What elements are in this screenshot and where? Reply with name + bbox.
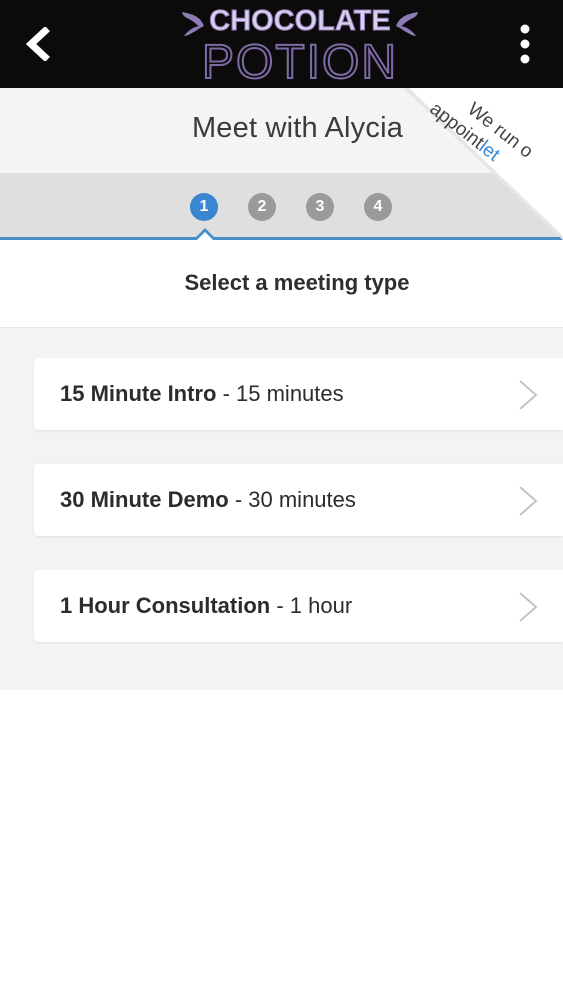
- meeting-type-duration: 1 hour: [289, 593, 353, 618]
- meeting-type-30-minute-demo[interactable]: 30 Minute Demo - 30 minutes: [34, 464, 563, 536]
- chevron-right-icon: [519, 380, 538, 410]
- meeting-type-name: 30 Minute Demo: [60, 487, 229, 512]
- logo-text-bottom: POTION: [202, 36, 398, 86]
- meeting-type-1-hour-consultation[interactable]: 1 Hour Consultation - 1 hour: [34, 570, 563, 642]
- meeting-type-label: 1 Hour Consultation - 1 hour: [60, 593, 352, 619]
- app-screen: CHOCOLATE POTION Meet with Alycia 1 2 3 …: [0, 0, 563, 1000]
- step-3[interactable]: 3: [306, 193, 334, 221]
- step-4[interactable]: 4: [364, 193, 392, 221]
- meeting-type-label: 15 Minute Intro - 15 minutes: [60, 381, 344, 407]
- top-bar: CHOCOLATE POTION: [0, 0, 563, 88]
- meeting-type-duration: 30 minutes: [248, 487, 356, 512]
- meeting-type-name: 15 Minute Intro: [60, 381, 217, 406]
- menu-button[interactable]: [501, 18, 549, 70]
- meeting-type-name: 1 Hour Consultation: [60, 593, 271, 618]
- step-1[interactable]: 1: [190, 193, 218, 221]
- meeting-type-separator: -: [270, 593, 290, 618]
- meeting-type-separator: -: [228, 487, 249, 512]
- logo-text-top: CHOCOLATE: [209, 5, 391, 37]
- step-2[interactable]: 2: [248, 193, 276, 221]
- section-title: Select a meeting type: [184, 270, 410, 295]
- active-step-pointer-fill: [197, 232, 213, 240]
- meeting-type-separator: -: [216, 381, 237, 406]
- chevron-left-icon: [25, 27, 50, 61]
- meeting-type-15-minute-intro[interactable]: 15 Minute Intro - 15 minutes: [34, 358, 563, 430]
- meeting-type-duration: 15 minutes: [236, 381, 344, 406]
- chevron-right-icon: [519, 486, 538, 516]
- chevron-right-icon: [519, 592, 538, 622]
- logo: CHOCOLATE POTION: [182, 5, 418, 86]
- meeting-type-list: 15 Minute Intro - 15 minutes 30 Minute D…: [0, 328, 563, 690]
- vertical-dots-icon: [520, 24, 530, 64]
- meeting-type-label: 30 Minute Demo - 30 minutes: [60, 487, 356, 513]
- back-button[interactable]: [14, 18, 62, 70]
